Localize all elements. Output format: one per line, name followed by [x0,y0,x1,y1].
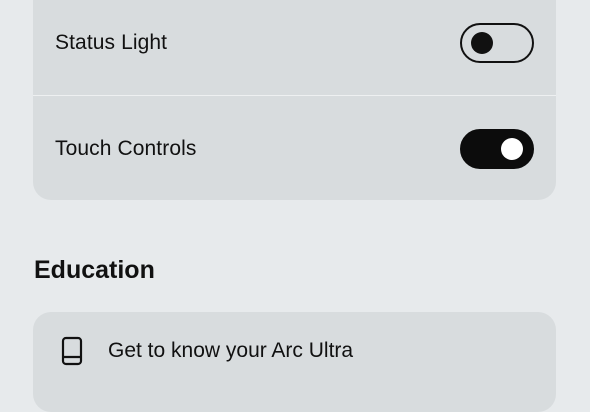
education-heading: Education [34,256,155,284]
status-light-row: Status Light [33,0,556,95]
touch-controls-toggle[interactable] [460,128,534,169]
settings-card: Status Light Touch Controls [33,0,556,200]
toggle-knob [471,31,493,54]
status-light-toggle[interactable] [460,22,534,63]
get-to-know-label: Get to know your Arc Ultra [108,339,354,362]
get-to-know-item[interactable]: Get to know your Arc Ultra [33,312,556,390]
status-light-label: Status Light [55,30,168,54]
toggle-knob [501,137,523,160]
touch-controls-label: Touch Controls [55,136,197,160]
touch-controls-row: Touch Controls [33,96,556,201]
education-card: Get to know your Arc Ultra [33,312,556,412]
speaker-device-icon [58,336,86,366]
